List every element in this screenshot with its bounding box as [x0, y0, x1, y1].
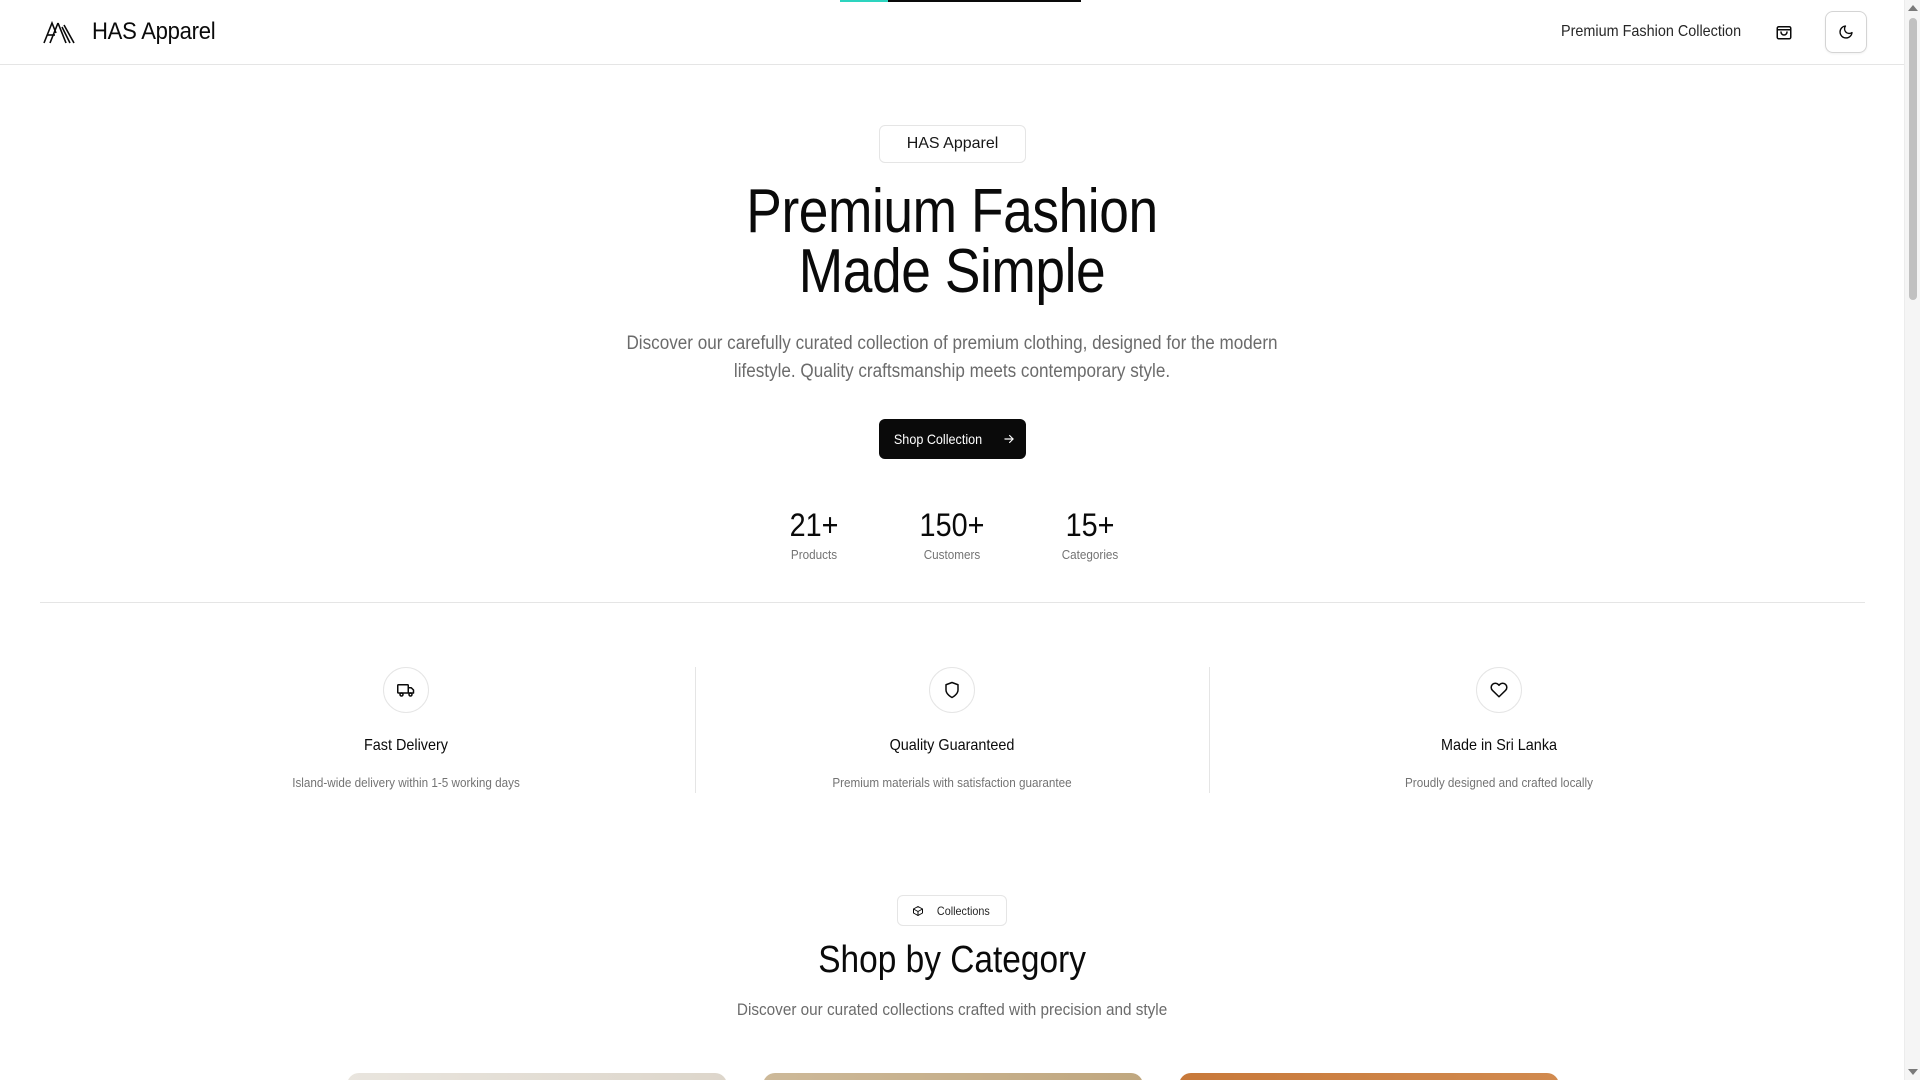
arrow-right-icon — [1003, 434, 1014, 444]
collections-badge: Collections — [897, 895, 1007, 926]
category-card[interactable] — [347, 1073, 727, 1080]
stat-label: Categories — [1061, 547, 1119, 562]
section-subtitle: Discover our curated collections crafted… — [0, 1000, 1904, 1020]
shopping-bag-icon — [1776, 26, 1792, 40]
box-icon — [912, 905, 923, 916]
category-card[interactable] — [763, 1073, 1143, 1080]
brand-name: HAS Apparel — [92, 18, 216, 45]
truck-icon — [397, 684, 415, 697]
stat-value: 15+ — [1065, 507, 1115, 543]
feature-divider — [1209, 667, 1210, 793]
feature-title: Quality Guaranteed — [889, 737, 1015, 754]
scroll-progress-bar — [840, 0, 1081, 2]
feature-icon-wrap — [929, 667, 975, 713]
hero-title: Premium Fashion Made Simple — [0, 177, 1904, 306]
hero-subtitle: Discover our carefully curated collectio… — [0, 330, 1904, 386]
feature-fast-delivery: Fast Delivery Island-wide delivery withi… — [156, 667, 656, 790]
scroll-progress-fill — [840, 0, 889, 2]
section-title: Shop by Category — [0, 936, 1904, 984]
stat-label: Products — [790, 547, 838, 562]
section-divider — [40, 602, 1865, 603]
feature-title: Fast Delivery — [363, 737, 449, 754]
feature-desc: Proudly designed and crafted locally — [1405, 775, 1593, 790]
section-title-text: Shop by Category — [818, 939, 1086, 981]
heart-icon — [1490, 682, 1508, 698]
stat-customers: 150+ Customers — [883, 505, 1021, 562]
hero-title-line-2: Made Simple — [798, 237, 1106, 306]
stats-row: 21+ Products 150+ Customers 15+ Categori… — [0, 505, 1904, 562]
category-card[interactable] — [1179, 1073, 1559, 1080]
stat-products: 21+ Products — [745, 505, 883, 562]
stat-value: 21+ — [789, 507, 839, 543]
feature-desc: Island-wide delivery within 1-5 working … — [292, 775, 520, 790]
brand-link[interactable]: HAS Apparel — [42, 14, 226, 50]
hero-subtitle-line-2: lifestyle. Quality craftsmanship meets c… — [733, 361, 1171, 382]
cart-button[interactable] — [1769, 17, 1799, 47]
feature-icon-wrap — [1476, 667, 1522, 713]
feature-desc: Premium materials with satisfaction guar… — [832, 775, 1072, 790]
header-tagline: Premium Fashion Collection — [1560, 23, 1741, 40]
feature-title: Made in Sri Lanka — [1440, 737, 1558, 754]
shield-icon — [945, 681, 959, 699]
scroll-up-icon[interactable] — [1908, 5, 1918, 11]
feature-icon-wrap — [383, 667, 429, 713]
stat-label: Customers — [923, 547, 981, 562]
feature-quality-guaranteed: Quality Guaranteed Premium materials wit… — [702, 667, 1202, 790]
shop-collection-label: Shop Collection — [894, 431, 983, 447]
shop-collection-button[interactable]: Shop Collection — [879, 419, 1026, 459]
stat-value: 150+ — [919, 507, 985, 543]
feature-made-in-sri-lanka: Made in Sri Lanka Proudly designed and c… — [1249, 667, 1749, 790]
page-scrollbar[interactable] — [1904, 0, 1920, 1080]
logo-icon — [43, 20, 75, 44]
hero-subtitle-line-1: Discover our carefully curated collectio… — [626, 333, 1278, 354]
header-actions: Premium Fashion Collection — [1541, 11, 1904, 53]
features-row: Fast Delivery Island-wide delivery withi… — [0, 667, 1904, 793]
scrollbar-thumb[interactable] — [1909, 18, 1917, 300]
hero-title-line-1: Premium Fashion — [746, 177, 1158, 246]
collections-badge-label: Collections — [936, 903, 990, 918]
section-subtitle-text: Discover our curated collections crafted… — [736, 1000, 1168, 1019]
hero-badge: HAS Apparel — [879, 125, 1026, 163]
scroll-down-icon[interactable] — [1908, 1069, 1918, 1075]
stat-categories: 15+ Categories — [1021, 505, 1159, 562]
site-header: HAS Apparel Premium Fashion Collection — [0, 0, 1904, 65]
moon-icon — [1839, 25, 1853, 39]
feature-divider — [695, 667, 696, 793]
theme-toggle-button[interactable] — [1825, 11, 1867, 53]
